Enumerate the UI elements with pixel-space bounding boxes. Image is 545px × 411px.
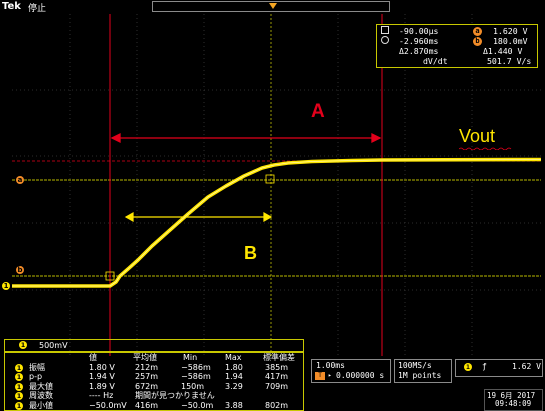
measurement-std: 417m: [265, 372, 289, 381]
header-max: Max: [225, 353, 242, 362]
trigger-slope-icon: ƒ: [482, 362, 487, 371]
slope-label: dV/dt: [423, 56, 448, 66]
measurement-value: 1.94 V: [89, 372, 115, 381]
annotation-b: B: [244, 243, 257, 263]
measurement-min: −586m: [181, 372, 211, 381]
measurement-max: 1.94: [225, 372, 243, 381]
trigger-position-icon[interactable]: [269, 3, 277, 9]
measurement-value: ---- Hz: [89, 391, 114, 400]
ch1-volts-per-div: 500mV: [39, 341, 68, 350]
measurement-row[interactable]: 1 最大値 1.89 V 672m 150m 3.29 709m: [5, 382, 303, 392]
annotation-vout: Vout: [459, 126, 496, 146]
measurement-max: 1.80: [225, 362, 243, 372]
ch1-ground-marker[interactable]: 1: [2, 282, 10, 290]
time: 09:48:09: [495, 399, 532, 408]
measurement-min: −586m: [181, 362, 211, 372]
measurement-value: 1.80 V: [89, 362, 115, 372]
trigger-level: 1.62 V: [512, 362, 541, 371]
sample-rate: 100MS/s: [398, 361, 432, 370]
annotation-a: A: [311, 101, 325, 122]
datetime-panel: 19 6月 2017 09:48:09: [484, 389, 543, 411]
run-status-label: 停止: [28, 4, 47, 14]
cursor-b-circle-icon: [381, 36, 389, 44]
vout-underline-squiggle: [459, 147, 512, 150]
measurement-std: 802m: [265, 400, 289, 410]
record-length: 1M points: [398, 371, 442, 380]
measurement-mean: 212m: [135, 362, 159, 372]
measurement-name: p-p: [29, 372, 43, 381]
cursor-readout-panel[interactable]: -90.00µs a 1.620 V -2.960ms b 180.0mV Δ2…: [376, 24, 538, 68]
trigger-panel[interactable]: 1 ƒ 1.62 V: [455, 359, 543, 377]
header-std: 標準偏差: [263, 353, 295, 362]
header-mean: 平均値: [133, 353, 157, 362]
measurement-row[interactable]: 1 最小値 −50.0mV 416m −50.0m 3.88 802m: [5, 401, 303, 411]
measurement-row[interactable]: 1 周波数 ---- Hz 期間が見つかりません: [5, 391, 303, 401]
acquisition-panel[interactable]: 100MS/s 1M points: [394, 359, 452, 383]
measurement-row[interactable]: 1 振幅 1.80 V 212m −586m 1.80 385m: [5, 363, 303, 373]
timebase-scale: 1.00ms: [316, 361, 345, 370]
ch1-scale-box[interactable]: 1 500mV: [4, 339, 304, 352]
measurement-name: 振幅: [29, 362, 45, 372]
brand-logo: Tek: [2, 1, 21, 12]
ch1-badge-icon: 1: [15, 401, 23, 410]
cursor-a-badge-icon: a: [473, 27, 482, 36]
measurement-header-row: 値 平均値 Min Max 標準偏差: [5, 353, 303, 363]
ch1-badge-icon: 1: [15, 373, 23, 381]
cursor-a-marker[interactable]: a: [16, 176, 24, 184]
delay-arrow-icon: ▸: [328, 372, 332, 379]
span-a-arrow: [110, 132, 382, 144]
cursor-a-intersection: [265, 174, 275, 184]
cursor-b-marker[interactable]: b: [16, 266, 24, 274]
ch1-badge-icon: 1: [19, 341, 27, 349]
measurement-name: 周波数: [29, 391, 53, 400]
measurement-max: 3.29: [225, 381, 243, 391]
ch1-badge-icon: 1: [15, 392, 23, 400]
timebase-panel[interactable]: 1.00ms T ▸ 0.000000 s: [311, 359, 391, 383]
measurement-min: 150m: [181, 381, 205, 391]
slope-value: 501.7 V/s: [487, 56, 532, 66]
measurement-note: 期間が見つかりません: [135, 391, 215, 400]
measurement-value: −50.0mV: [89, 400, 127, 410]
measurement-std: 709m: [265, 381, 289, 391]
measurement-mean: 672m: [135, 381, 159, 391]
measurement-row[interactable]: 1 p-p 1.94 V 257m −586m 1.94 417m: [5, 372, 303, 382]
timebase-position: 0.000000 s: [336, 371, 385, 380]
measurement-name: 最大値: [29, 381, 53, 391]
trigger-source-badge-icon: 1: [464, 363, 472, 371]
ch1-badge-icon: 1: [15, 363, 23, 372]
measurement-mean: 416m: [135, 400, 159, 410]
measurement-max: 3.88: [225, 400, 243, 410]
measurement-value: 1.89 V: [89, 381, 115, 391]
measurement-table[interactable]: 値 平均値 Min Max 標準偏差 1 振幅 1.80 V 212m −586…: [4, 352, 304, 411]
measurement-name: 最小値: [29, 400, 53, 410]
measurement-mean: 257m: [135, 372, 159, 381]
cursor-a-square-icon: [381, 26, 389, 34]
span-b-arrow: [124, 211, 273, 223]
ch1-badge-icon: 1: [15, 382, 23, 391]
measurement-min: −50.0m: [181, 400, 214, 410]
cursor-b-badge-icon: b: [473, 37, 482, 46]
delay-icon: T: [315, 372, 325, 380]
header-min: Min: [183, 353, 198, 362]
measurement-std: 385m: [265, 362, 289, 372]
header-value: 値: [89, 353, 97, 362]
